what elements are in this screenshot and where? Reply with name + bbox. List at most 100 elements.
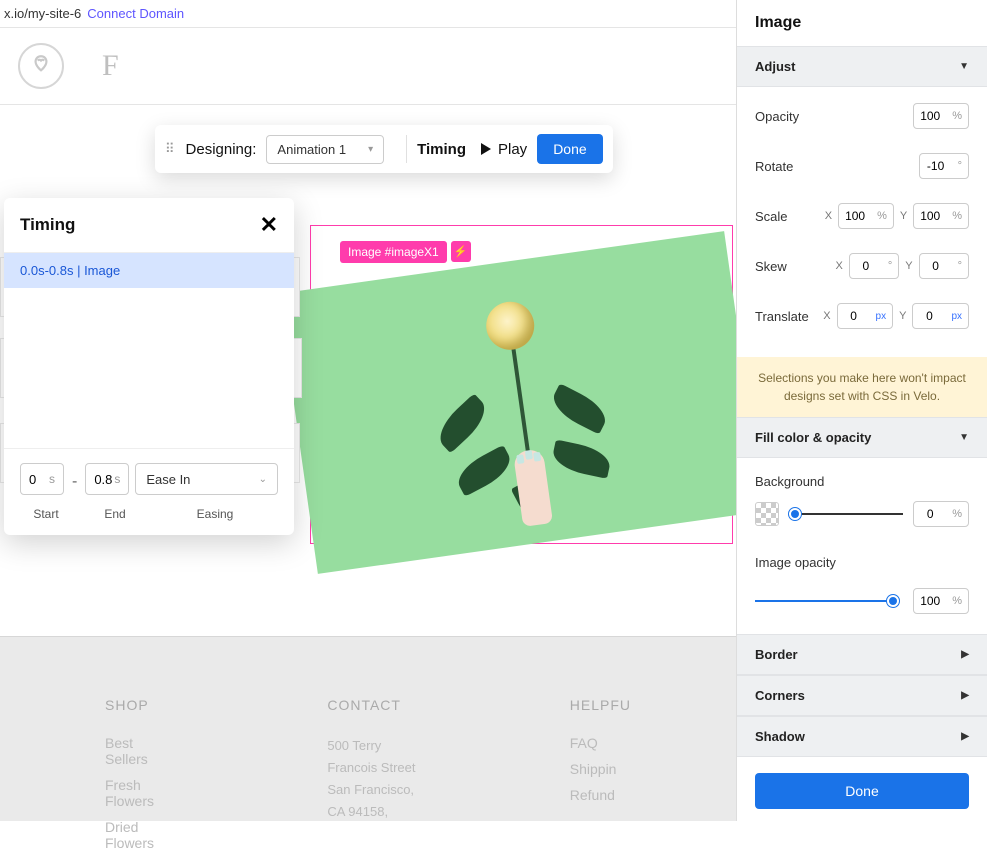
properties-panel: Image Adjust ▼ Opacity % Rotate ° Scale … — [736, 0, 987, 821]
site-letter: F — [102, 49, 119, 83]
image-opacity-slider[interactable] — [755, 594, 899, 608]
easing-value: Ease In — [146, 472, 190, 487]
play-button[interactable]: Play — [480, 141, 527, 158]
timing-panel: Timing ✕ 0.0s-0.8s | Image s - s Ease In… — [4, 198, 294, 535]
fill-body: Background % Image opacity % — [737, 458, 987, 634]
rotate-label: Rotate — [755, 159, 919, 174]
scale-label: Scale — [755, 209, 819, 224]
end-time-input[interactable]: s — [85, 463, 129, 495]
rotate-input[interactable]: ° — [919, 153, 969, 179]
bg-opacity-slider[interactable] — [789, 507, 903, 521]
fill-label: Fill color & opacity — [755, 430, 871, 445]
footer-link[interactable]: Refund — [570, 787, 631, 803]
footer-link[interactable]: Shippin — [570, 761, 631, 777]
color-swatch[interactable] — [755, 502, 779, 526]
design-toolbar: ⠿ Designing: Animation 1 ▾ Timing Play D… — [155, 125, 613, 173]
triangle-right-icon: ▶ — [961, 690, 969, 701]
y-label: Y — [900, 210, 907, 222]
end-unit: s — [114, 472, 128, 486]
range-dash: - — [70, 473, 79, 491]
border-section-head[interactable]: Border ▶ — [737, 634, 987, 675]
scale-x-input[interactable]: % — [838, 203, 894, 229]
footer-link[interactable]: Best Sellers — [105, 735, 167, 767]
image-id-label[interactable]: Image #imageX1 — [340, 241, 447, 263]
play-icon — [480, 143, 492, 155]
end-value[interactable] — [86, 472, 114, 487]
triangle-right-icon: ▶ — [961, 731, 969, 742]
image-opacity-input[interactable]: % — [913, 588, 969, 614]
fill-section-head[interactable]: Fill color & opacity ▼ — [737, 417, 987, 458]
leaf — [452, 445, 516, 497]
footer-contact-col: CONTACT 500 Terry Francois Street San Fr… — [327, 697, 429, 861]
footer-link[interactable]: Dried Flowers — [105, 819, 167, 851]
triangle-down-icon: ▼ — [959, 432, 969, 443]
site-logo-icon — [18, 43, 64, 89]
translate-y-input[interactable]: px — [912, 303, 969, 329]
leaf — [550, 439, 613, 478]
separator — [406, 135, 407, 163]
opacity-label: Opacity — [755, 109, 913, 124]
scale-y-input[interactable]: % — [913, 203, 969, 229]
triangle-down-icon: ▼ — [959, 61, 969, 72]
chevron-down-icon: ▾ — [368, 144, 373, 155]
bolt-icon[interactable]: ⚡ — [451, 241, 471, 262]
opacity-input[interactable]: % — [913, 103, 969, 129]
image-selection[interactable]: Image #imageX1 ⚡ — [310, 225, 733, 544]
contact-title: CONTACT — [327, 697, 429, 713]
footer-link[interactable]: FAQ — [570, 735, 631, 751]
image-preview — [278, 231, 763, 574]
contact-line: San Francisco, — [327, 779, 429, 801]
designing-label: Designing: — [186, 141, 257, 158]
skew-y-input[interactable]: ° — [919, 253, 969, 279]
drag-handle-icon[interactable]: ⠿ — [165, 141, 176, 157]
animation-select[interactable]: Animation 1 ▾ — [266, 135, 384, 164]
timing-title: Timing — [20, 215, 75, 235]
x-label: X — [823, 310, 830, 322]
chevron-down-icon: ⌄ — [259, 474, 267, 485]
toolbar-done-button[interactable]: Done — [537, 134, 602, 164]
skew-label: Skew — [755, 259, 830, 274]
easing-select[interactable]: Ease In ⌄ — [135, 463, 278, 495]
translate-x-input[interactable]: px — [837, 303, 894, 329]
connect-domain-link[interactable]: Connect Domain — [87, 6, 184, 21]
close-icon[interactable]: ✕ — [260, 214, 278, 236]
x-label: X — [836, 260, 843, 272]
footer-link[interactable]: Fresh Flowers — [105, 777, 167, 809]
velo-notice: Selections you make here won't impact de… — [737, 357, 987, 417]
adjust-section-head[interactable]: Adjust ▼ — [737, 46, 987, 87]
shadow-label: Shadow — [755, 729, 805, 744]
start-unit: s — [49, 472, 63, 486]
corners-label: Corners — [755, 688, 805, 703]
contact-line: CA 94158, — [327, 801, 429, 823]
url-path: x.io/my-site-6 — [4, 6, 81, 21]
panel-title: Image — [737, 0, 987, 46]
shadow-section-head[interactable]: Shadow ▶ — [737, 716, 987, 757]
adjust-body: Opacity % Rotate ° Scale X % Y % — [737, 87, 987, 357]
timing-body — [4, 288, 294, 448]
y-label: Y — [899, 310, 906, 322]
start-label: Start — [20, 507, 72, 521]
start-time-input[interactable]: s — [20, 463, 64, 495]
start-value[interactable] — [21, 472, 49, 487]
site-footer: SHOP Best Sellers Fresh Flowers Dried Fl… — [0, 636, 736, 821]
footer-helpful-col: HELPFU FAQ Shippin Refund — [570, 697, 631, 861]
adjust-label: Adjust — [755, 59, 795, 74]
helpful-title: HELPFU — [570, 697, 631, 713]
corners-section-head[interactable]: Corners ▶ — [737, 675, 987, 716]
timing-button[interactable]: Timing — [417, 141, 466, 158]
panel-done-button[interactable]: Done — [755, 773, 969, 809]
y-label: Y — [905, 260, 912, 272]
image-id-tag: Image #imageX1 ⚡ — [340, 241, 471, 263]
hand — [513, 448, 553, 526]
triangle-right-icon: ▶ — [961, 649, 969, 660]
rose-head — [483, 299, 537, 353]
contact-line: 500 Terry Francois Street — [327, 735, 429, 779]
play-label: Play — [498, 141, 527, 158]
timing-item[interactable]: 0.0s-0.8s | Image — [4, 252, 294, 288]
skew-x-input[interactable]: ° — [849, 253, 899, 279]
bg-opacity-input[interactable]: % — [913, 501, 969, 527]
end-label: End — [84, 507, 146, 521]
footer-shop-col: SHOP Best Sellers Fresh Flowers Dried Fl… — [105, 697, 167, 861]
background-label: Background — [755, 474, 969, 489]
border-label: Border — [755, 647, 798, 662]
